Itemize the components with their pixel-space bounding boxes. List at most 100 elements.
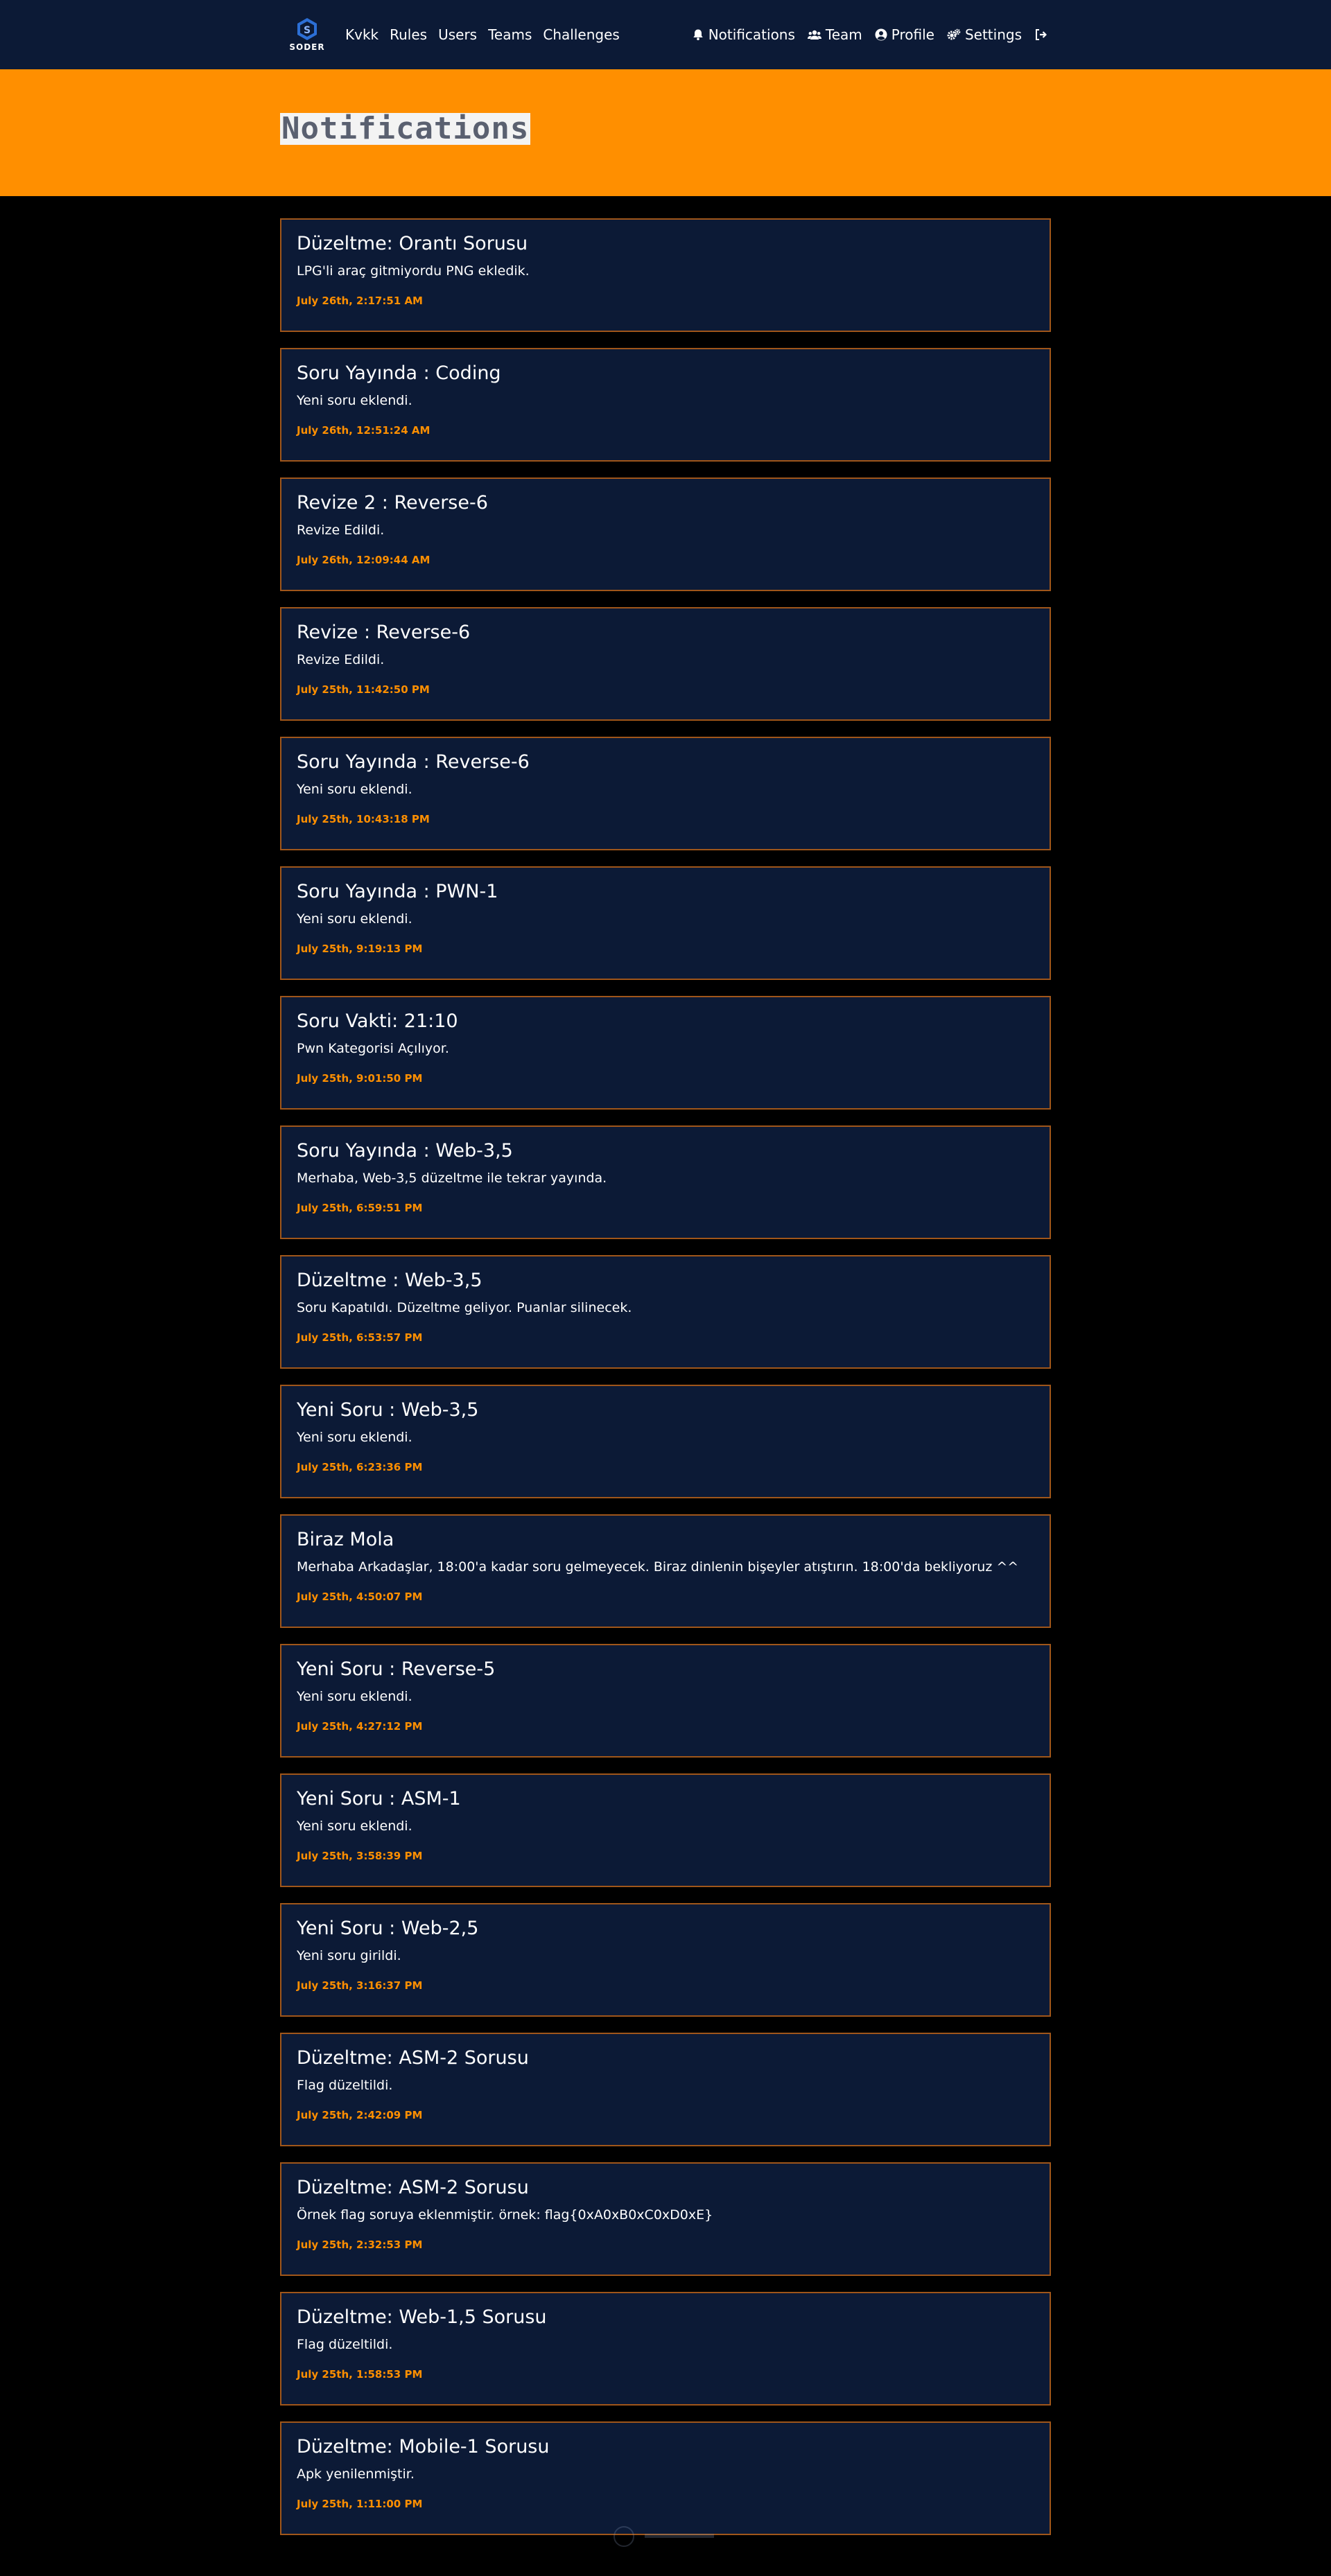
notification-body: Merhaba Arkadaşlar, 18:00'a kadar soru g… <box>297 1559 1019 1575</box>
notification-card: Düzeltme: ASM-2 Sorusu Örnek flag soruya … <box>280 2162 1051 2276</box>
notification-timestamp: July 25th, 6:59:51 PM <box>297 1202 423 1214</box>
footer-logo-icon <box>614 2526 714 2547</box>
nav-link-kvkk[interactable]: Kvkk <box>345 26 379 43</box>
notification-title: Düzeltme: Orantı Sorusu <box>297 233 528 254</box>
notification-body: Apk yenilenmiştir. <box>297 2467 415 2482</box>
notification-card: Yeni Soru : Reverse-5 Yeni soru eklendi. J… <box>280 1644 1051 1758</box>
notification-title: Soru Yayında : Web-3,5 <box>297 1140 513 1162</box>
notification-timestamp: July 25th, 3:58:39 PM <box>297 1850 423 1862</box>
notifications-list: Düzeltme: Orantı Sorusu LPG'li araç gitmi… <box>280 218 1051 2551</box>
notification-timestamp: July 25th, 2:42:09 PM <box>297 2109 423 2121</box>
notification-timestamp: July 25th, 1:58:53 PM <box>297 2368 423 2381</box>
notification-body: Yeni soru eklendi. <box>297 911 412 927</box>
nav-link-users[interactable]: Users <box>438 26 477 43</box>
gears-icon <box>947 28 961 40</box>
notification-timestamp: July 25th, 9:19:13 PM <box>297 943 423 955</box>
top-navbar: S SODER Kvkk Rules Users Teams Challenge… <box>0 0 1331 69</box>
notification-title: Revize : Reverse-6 <box>297 622 471 643</box>
users-icon <box>807 30 821 40</box>
notification-body: Revize Edildi. <box>297 652 385 667</box>
nav-link-logout[interactable] <box>1034 28 1051 41</box>
notification-timestamp: July 25th, 2:32:53 PM <box>297 2238 423 2251</box>
notification-timestamp: July 25th, 3:16:37 PM <box>297 1979 423 1992</box>
nav-user-links: Notifications Team Profile Settings <box>692 26 1051 43</box>
nav-link-profile[interactable]: Profile <box>875 26 934 43</box>
notification-body: Revize Edildi. <box>297 523 385 538</box>
notification-timestamp: July 25th, 4:27:12 PM <box>297 1720 423 1733</box>
notification-body: Flag düzeltildi. <box>297 2337 393 2352</box>
notification-timestamp: July 25th, 11:42:50 PM <box>297 683 430 696</box>
notification-card: Soru Vakti: 21:10 Pwn Kategorisi Açılıyor… <box>280 996 1051 1110</box>
notification-title: Biraz Mola <box>297 1529 394 1550</box>
notification-card: Revize : Reverse-6 Revize Edildi. July 25t… <box>280 607 1051 721</box>
notification-timestamp: July 26th, 12:09:44 AM <box>297 554 430 566</box>
notification-timestamp: July 25th, 1:11:00 PM <box>297 2498 423 2510</box>
notification-card: Düzeltme: Mobile-1 Sorusu Apk yenilenmişt… <box>280 2421 1051 2535</box>
notification-title: Soru Vakti: 21:10 <box>297 1010 458 1032</box>
soder-logo-icon: S <box>297 18 317 40</box>
bell-icon <box>693 29 703 40</box>
nav-profile-label: Profile <box>891 26 934 43</box>
nav-notifications-label: Notifications <box>708 26 795 43</box>
notification-card: Revize 2 : Reverse-6 Revize Edildi. July 2… <box>280 477 1051 591</box>
notification-title: Soru Yayında : PWN-1 <box>297 881 498 902</box>
notification-body: Merhaba, Web-3,5 düzeltme ile tekrar yay… <box>297 1171 607 1186</box>
nav-main-links: Kvkk Rules Users Teams Challenges <box>345 26 620 43</box>
navbar-inner: S SODER Kvkk Rules Users Teams Challenge… <box>280 0 1051 69</box>
notification-card: Soru Yayında : Coding Yeni soru eklendi. J… <box>280 348 1051 462</box>
nav-link-rules[interactable]: Rules <box>390 26 427 43</box>
notification-card: Düzeltme: Web-1,5 Sorusu Flag düzeltildi.… <box>280 2292 1051 2406</box>
nav-link-teams[interactable]: Teams <box>488 26 532 43</box>
notification-body: Yeni soru eklendi. <box>297 1689 412 1704</box>
nav-settings-label: Settings <box>964 26 1022 43</box>
notification-timestamp: July 25th, 6:23:36 PM <box>297 1461 423 1473</box>
notification-title: Yeni Soru : Web-2,5 <box>297 1918 479 1939</box>
notification-timestamp: July 26th, 12:51:24 AM <box>297 424 430 437</box>
notification-card: Soru Yayında : PWN-1 Yeni soru eklendi. Ju… <box>280 866 1051 980</box>
svg-text:S: S <box>304 25 311 36</box>
notification-body: Yeni soru eklendi. <box>297 393 412 408</box>
notification-timestamp: July 25th, 9:01:50 PM <box>297 1072 423 1085</box>
notification-body: Flag düzeltildi. <box>297 2078 393 2093</box>
notification-body: Yeni soru eklendi. <box>297 1430 412 1445</box>
notification-body: LPG'li araç gitmiyordu PNG ekledik. <box>297 263 530 279</box>
notification-body: Yeni soru eklendi. <box>297 1819 412 1834</box>
notification-card: Düzeltme: ASM-2 Sorusu Flag düzeltildi. Ju… <box>280 2033 1051 2146</box>
notification-card: Düzeltme : Web-3,5 Soru Kapatıldı. Düzelt… <box>280 1255 1051 1369</box>
page-title: Notifications <box>280 111 531 146</box>
notification-timestamp: July 25th, 4:50:07 PM <box>297 1591 423 1603</box>
brand-logo-link[interactable]: S SODER <box>280 14 334 55</box>
nav-team-label: Team <box>825 26 862 43</box>
notification-card: Yeni Soru : ASM-1 Yeni soru eklendi. July … <box>280 1773 1051 1887</box>
sign-out-icon <box>1036 29 1047 40</box>
notification-card: Soru Yayında : Reverse-6 Yeni soru eklend… <box>280 737 1051 850</box>
nav-link-notifications[interactable]: Notifications <box>692 26 795 43</box>
brand-name: SODER <box>289 42 325 52</box>
user-circle-icon <box>875 28 887 41</box>
notification-title: Düzeltme: ASM-2 Sorusu <box>297 2177 529 2198</box>
nav-link-team[interactable]: Team <box>807 26 862 43</box>
page-header-banner: Notifications <box>0 69 1331 196</box>
notification-title: Düzeltme: ASM-2 Sorusu <box>297 2047 529 2069</box>
notification-card: Soru Yayında : Web-3,5 Merhaba, Web-3,5 d… <box>280 1125 1051 1239</box>
notification-title: Yeni Soru : Reverse-5 <box>297 1658 496 1680</box>
notification-card: Düzeltme: Orantı Sorusu LPG'li araç gitmi… <box>280 218 1051 332</box>
notification-card: Yeni Soru : Web-3,5 Yeni soru eklendi. Jul… <box>280 1385 1051 1498</box>
notification-timestamp: July 26th, 2:17:51 AM <box>297 295 423 307</box>
notification-body: Yeni soru girildi. <box>297 1948 401 1963</box>
nav-link-challenges[interactable]: Challenges <box>543 26 619 43</box>
notification-body: Pwn Kategorisi Açılıyor. <box>297 1041 449 1056</box>
notification-body: Örnek flag soruya eklenmiştir. örnek: fl… <box>297 2207 713 2223</box>
notification-timestamp: July 25th, 10:43:18 PM <box>297 813 430 825</box>
notification-body: Soru Kapatıldı. Düzeltme geliyor. Puanla… <box>297 1300 632 1315</box>
notification-title: Düzeltme: Mobile-1 Sorusu <box>297 2436 550 2457</box>
notification-title: Düzeltme: Web-1,5 Sorusu <box>297 2306 547 2328</box>
notification-title: Soru Yayında : Coding <box>297 362 501 384</box>
notification-timestamp: July 25th, 6:53:57 PM <box>297 1331 423 1344</box>
notification-body: Yeni soru eklendi. <box>297 782 412 797</box>
notification-card: Yeni Soru : Web-2,5 Yeni soru girildi. Jul… <box>280 1903 1051 2017</box>
notification-title: Yeni Soru : ASM-1 <box>297 1788 461 1810</box>
nav-link-settings[interactable]: Settings <box>947 26 1022 43</box>
notification-title: Yeni Soru : Web-3,5 <box>297 1399 479 1421</box>
notification-title: Soru Yayında : Reverse-6 <box>297 751 530 773</box>
